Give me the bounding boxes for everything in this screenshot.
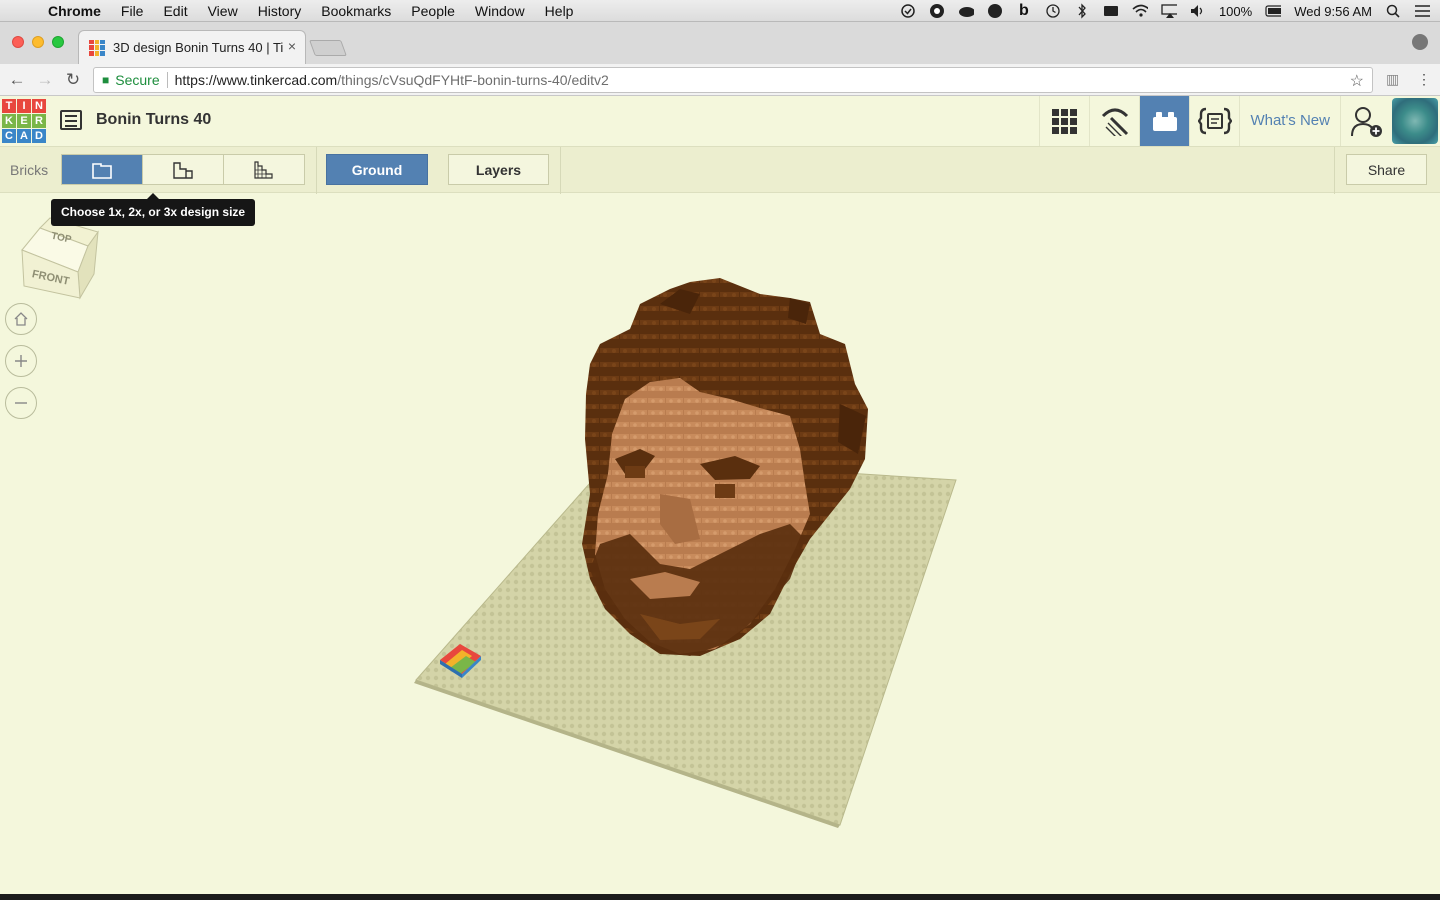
tinkercad-header: T I N K E R C A D Bonin Turns 40 What's … [0, 96, 1440, 146]
plus-icon [15, 355, 27, 367]
menu-edit[interactable]: Edit [153, 0, 197, 22]
layers-button[interactable]: Layers [448, 154, 549, 185]
minus-icon [15, 402, 27, 404]
zoom-in-button[interactable] [5, 345, 37, 377]
notification-center-icon[interactable] [1414, 3, 1430, 19]
bookmark-star-icon[interactable]: ☆ [1350, 71, 1364, 91]
logo-letter: D [32, 129, 46, 143]
window-minimize-button[interactable] [32, 36, 44, 48]
logo-letter: N [32, 99, 46, 113]
logo-letter: T [2, 99, 16, 113]
volume-icon[interactable] [1190, 3, 1206, 19]
window-zoom-button[interactable] [52, 36, 64, 48]
logo-letter: A [17, 129, 31, 143]
size-1x-button[interactable] [62, 155, 143, 184]
app-circle-icon[interactable] [987, 3, 1003, 19]
b-icon[interactable]: b [1016, 2, 1032, 19]
extension-icon[interactable]: ▥ [1386, 71, 1399, 88]
battery-percent: 100% [1218, 3, 1253, 19]
url-host: https://www.tinkercad.com [174, 72, 338, 88]
bluetooth-icon[interactable] [1074, 3, 1090, 19]
back-arrow-icon[interactable]: ← [6, 69, 28, 91]
logo-letter: I [17, 99, 31, 113]
size-3x-button[interactable] [224, 155, 304, 184]
ground-button[interactable]: Ground [326, 154, 428, 185]
zoom-out-button[interactable] [5, 387, 37, 419]
logo-letter: K [2, 114, 16, 128]
airplay-icon[interactable] [1161, 3, 1177, 19]
clock[interactable]: Wed 9:56 AM [1294, 4, 1372, 19]
menu-app-name[interactable]: Chrome [38, 0, 111, 22]
lock-icon: ■ [102, 73, 110, 87]
reload-icon[interactable]: ↻ [62, 69, 84, 91]
browser-tab-active[interactable]: 3D design Bonin Turns 40 | Tin × [78, 30, 306, 64]
logo-letter: E [17, 114, 31, 128]
blocks-pickaxe-icon[interactable] [1089, 96, 1139, 146]
menu-people[interactable]: People [401, 0, 465, 22]
tinkercad-logo[interactable]: T I N K E R C A D [2, 99, 46, 143]
browser-toolbar: ← → ↻ ■ Secure https://www.tinkercad.com… [0, 64, 1440, 96]
check-circle-icon[interactable] [900, 3, 916, 19]
menu-history[interactable]: History [248, 0, 312, 22]
user-avatar[interactable] [1392, 98, 1438, 144]
menu-window[interactable]: Window [465, 0, 535, 22]
new-tab-button[interactable] [309, 40, 347, 56]
address-bar[interactable]: ■ Secure https://www.tinkercad.com /thin… [93, 67, 1373, 93]
wifi-icon[interactable] [1132, 3, 1148, 19]
design-size-selector [61, 154, 305, 185]
menu-view[interactable]: View [198, 0, 248, 22]
record-icon[interactable] [929, 3, 945, 19]
codeblocks-icon[interactable] [1189, 96, 1239, 146]
menu-file[interactable]: File [111, 0, 154, 22]
creative-cloud-icon[interactable] [958, 3, 974, 19]
tab-title: 3D design Bonin Turns 40 | Tin [113, 40, 283, 55]
home-view-button[interactable] [5, 303, 37, 335]
logo-letter: R [32, 114, 46, 128]
forward-arrow-icon[interactable]: → [34, 69, 56, 91]
bricks-label: Bricks [10, 162, 49, 178]
size-2x-button[interactable] [143, 155, 224, 184]
time-machine-icon[interactable] [1045, 3, 1061, 19]
tab-close-icon[interactable]: × [288, 38, 296, 54]
tinkercad-favicon-icon [89, 39, 105, 56]
bricks-view-icon[interactable] [1139, 96, 1190, 146]
macos-menu-bar: Chrome File Edit View History Bookmarks … [0, 0, 1440, 22]
logo-letter: C [2, 129, 16, 143]
keyboard-icon[interactable] [1103, 3, 1119, 19]
spotlight-search-icon[interactable] [1385, 3, 1401, 19]
brick-model-canvas[interactable] [0, 194, 1440, 894]
design-list-icon[interactable] [60, 110, 82, 130]
menu-bookmarks[interactable]: Bookmarks [311, 0, 401, 22]
design-title[interactable]: Bonin Turns 40 [96, 111, 211, 129]
dock-edge [0, 894, 1440, 900]
url-path: /things/cVsuQdFYHtF-bonin-turns-40/editv… [337, 72, 609, 88]
invite-user-icon[interactable] [1340, 96, 1390, 146]
workplane-viewport[interactable]: TOP FRONT [0, 194, 1440, 894]
secure-label: Secure [115, 72, 160, 88]
battery-icon[interactable] [1265, 3, 1282, 19]
3d-view-grid-icon[interactable] [1039, 96, 1089, 146]
chrome-menu-icon[interactable]: ⋮ [1417, 71, 1431, 88]
whats-new-link[interactable]: What's New [1239, 96, 1340, 146]
browser-tab-strip: 3D design Bonin Turns 40 | Tin × [0, 22, 1440, 64]
bricks-toolbar: Bricks Ground Layers Share [0, 146, 1440, 194]
view-cube[interactable]: TOP FRONT [18, 214, 102, 309]
chrome-profile-icon[interactable] [1412, 34, 1428, 50]
share-button[interactable]: Share [1346, 154, 1427, 185]
window-close-button[interactable] [12, 36, 24, 48]
design-size-tooltip: Choose 1x, 2x, or 3x design size [51, 193, 256, 226]
menu-help[interactable]: Help [535, 0, 584, 22]
home-icon [14, 312, 28, 326]
